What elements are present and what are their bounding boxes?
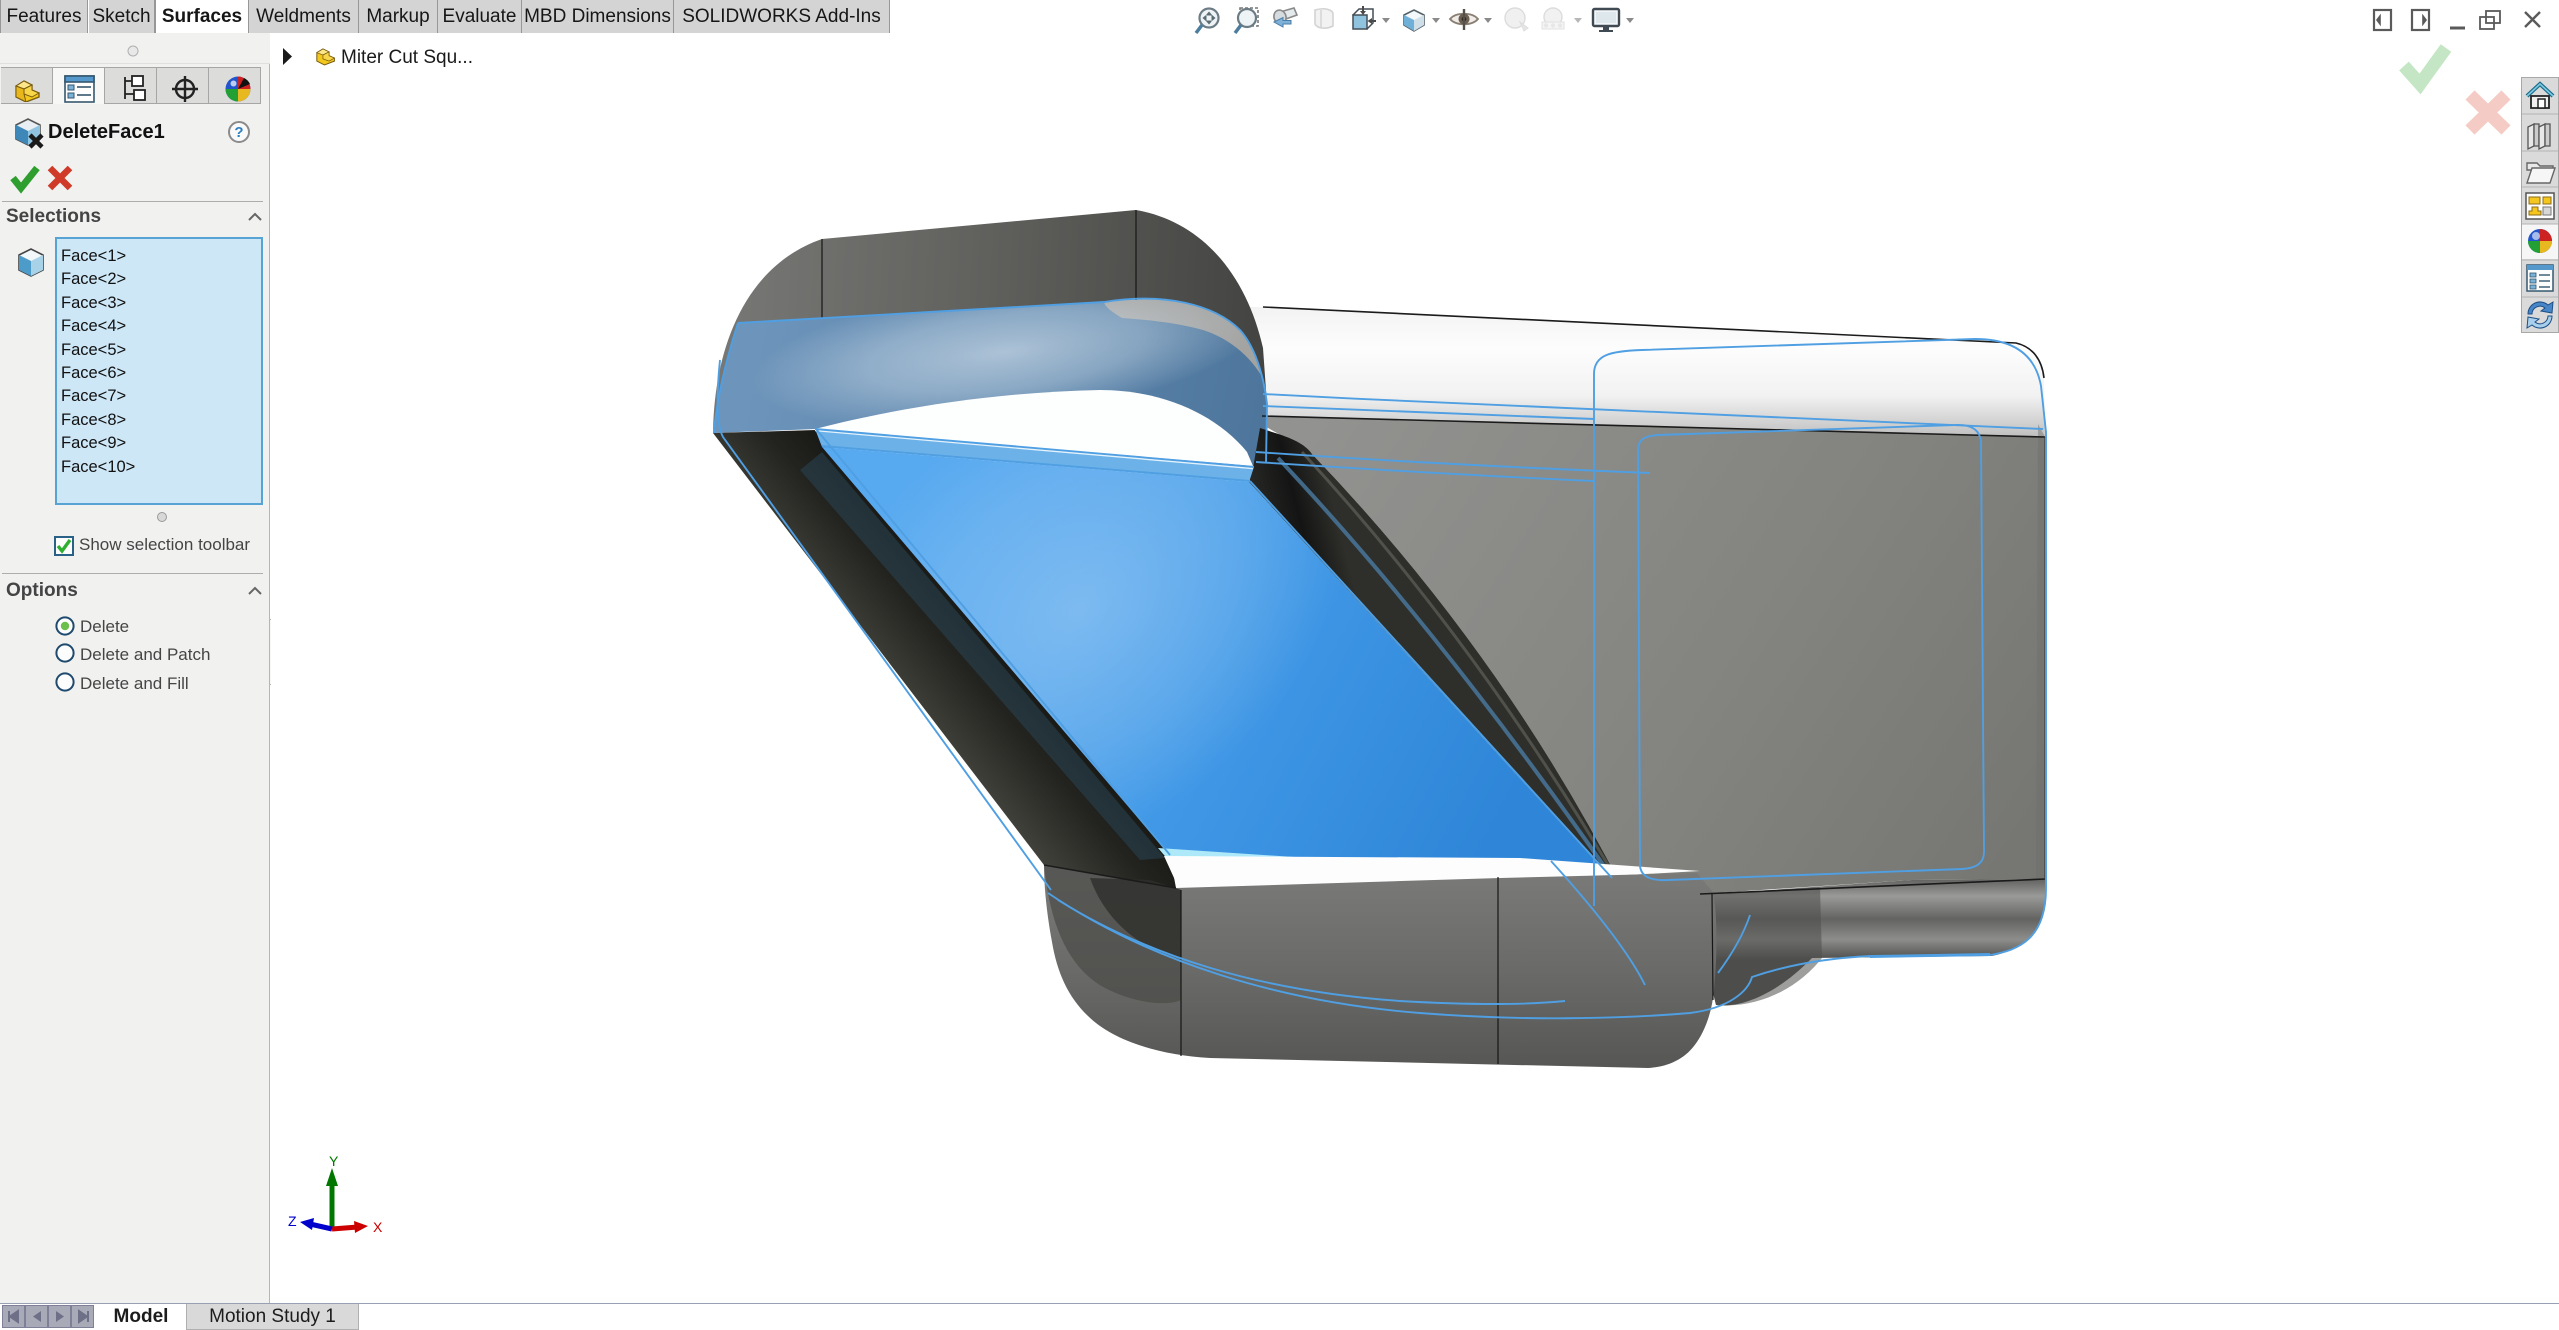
svg-text:X: X — [373, 1219, 383, 1235]
svg-text:?: ? — [234, 124, 243, 141]
svg-text:Z: Z — [288, 1213, 297, 1229]
svg-text:Y: Y — [329, 1154, 339, 1169]
